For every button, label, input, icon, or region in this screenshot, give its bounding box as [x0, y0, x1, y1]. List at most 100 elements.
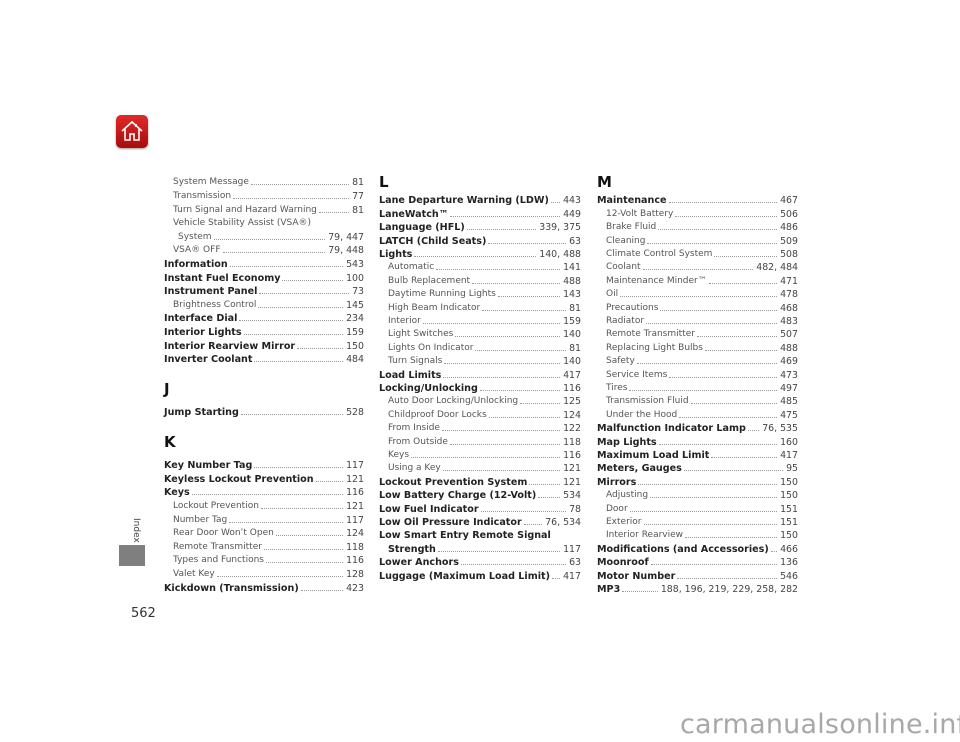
index-entry[interactable]: Under the Hood 475 — [597, 407, 798, 421]
page-reference-link[interactable]: 509 — [780, 236, 798, 247]
index-entry[interactable]: Information 543 — [164, 257, 364, 270]
page-reference-link[interactable]: 125 — [563, 396, 581, 407]
page-reference-link[interactable]: 443 — [563, 195, 581, 206]
index-entry[interactable]: Remote Transmitter 118 — [164, 539, 364, 553]
index-entry[interactable]: Rear Door Won’t Open 124 — [164, 526, 364, 539]
page-reference-link[interactable]: 63 — [569, 557, 581, 568]
page-reference-link[interactable]: 81 — [352, 177, 364, 188]
page-reference-link[interactable]: 121 — [563, 477, 581, 488]
page-reference-link[interactable]: 116 — [346, 555, 364, 566]
page-reference-link[interactable]: 234 — [346, 313, 364, 324]
page-reference-link[interactable]: 478 — [780, 289, 798, 300]
page-reference-link[interactable]: 534 — [563, 490, 581, 501]
page-reference-link[interactable]: 79, 448 — [328, 245, 364, 256]
page-reference-link[interactable]: 159 — [563, 316, 581, 327]
page-reference-link[interactable]: 117 — [346, 460, 364, 471]
index-entry[interactable]: Climate Control System 508 — [597, 247, 798, 260]
page-reference-link[interactable]: 118 — [563, 437, 581, 448]
page-reference-link[interactable]: 121 — [563, 463, 581, 474]
index-entry[interactable]: Lane Departure Warning (LDW) 443 — [379, 193, 581, 206]
page-reference-link[interactable]: 471 — [780, 276, 798, 287]
page-reference-link[interactable]: 485 — [780, 396, 798, 407]
page-reference-link[interactable]: 546 — [780, 571, 798, 582]
page-reference-link[interactable]: 140 — [563, 356, 581, 367]
index-entry[interactable]: Brightness Control 145 — [164, 297, 364, 311]
index-entry[interactable]: Keys 116 — [379, 448, 581, 461]
index-entry[interactable]: Map Lights 160 — [597, 434, 798, 448]
page-reference-link[interactable]: 497 — [780, 383, 798, 394]
index-entry[interactable]: MP3 188, 196, 219, 229, 258, 282 — [597, 582, 798, 595]
index-entry[interactable]: High Beam Indicator 81 — [379, 300, 581, 314]
index-entry[interactable]: Lights On Indicator 81 — [379, 340, 581, 354]
index-entry[interactable]: Lockout Prevention System 121 — [379, 474, 581, 488]
page-reference-link[interactable]: 118 — [346, 542, 364, 553]
page-reference-link[interactable]: 467 — [780, 195, 798, 206]
index-entry[interactable]: Lower Anchors 63 — [379, 555, 581, 568]
index-entry[interactable]: Precautions 468 — [597, 300, 798, 314]
index-entry[interactable]: Lights 140, 488 — [379, 247, 581, 260]
page-reference-link[interactable]: 488 — [780, 343, 798, 354]
page-reference-link[interactable]: 473 — [780, 370, 798, 381]
page-reference-link[interactable]: 117 — [563, 544, 581, 555]
index-entry[interactable]: Transmission 77 — [164, 189, 364, 202]
index-entry[interactable]: Turn Signal and Hazard Warning 81 — [164, 202, 364, 216]
page-reference-link[interactable]: 145 — [346, 300, 364, 311]
index-entry[interactable]: Cleaning 509 — [597, 233, 798, 247]
page-reference-link[interactable]: 449 — [563, 209, 581, 220]
page-reference-link[interactable]: 121 — [346, 501, 364, 512]
page-reference-link[interactable]: 484 — [346, 354, 364, 365]
index-entry[interactable]: Mirrors 150 — [597, 474, 798, 488]
index-entry[interactable]: Replacing Light Bulbs 488 — [597, 340, 798, 354]
index-entry[interactable]: From Outside 118 — [379, 434, 581, 448]
index-entry[interactable]: Number Tag 117 — [164, 512, 364, 526]
page-reference-link[interactable]: 77 — [352, 191, 364, 202]
page-reference-link[interactable]: 482, 484 — [756, 262, 798, 273]
index-entry[interactable]: Instant Fuel Economy 100 — [164, 270, 364, 284]
page-reference-link[interactable]: 483 — [780, 316, 798, 327]
page-reference-link[interactable]: 122 — [563, 423, 581, 434]
page-reference-link[interactable]: 417 — [563, 370, 581, 381]
page-reference-link[interactable]: 339, 375 — [539, 222, 581, 233]
index-entry[interactable]: Brake Fluid 486 — [597, 220, 798, 233]
page-reference-link[interactable]: 468 — [780, 303, 798, 314]
index-entry[interactable]: From Inside 122 — [379, 421, 581, 434]
index-entry[interactable]: Types and Functions 116 — [164, 553, 364, 566]
index-entry[interactable]: Meters, Gauges 95 — [597, 461, 798, 474]
index-side-tab[interactable] — [119, 545, 145, 566]
index-entry[interactable]: Interface Dial 234 — [164, 311, 364, 324]
index-entry[interactable]: Lockout Prevention 121 — [164, 499, 364, 512]
page-reference-link[interactable]: 417 — [563, 571, 581, 582]
page-reference-link[interactable]: 143 — [563, 289, 581, 300]
index-entry[interactable]: Strength 117 — [379, 541, 581, 555]
index-entry[interactable]: Key Number Tag 117 — [164, 458, 364, 471]
page-reference-link[interactable]: 159 — [346, 327, 364, 338]
page-reference-link[interactable]: 81 — [352, 205, 364, 216]
index-entry[interactable]: Daytime Running Lights 143 — [379, 287, 581, 300]
index-entry[interactable]: Auto Door Locking/Unlocking 125 — [379, 394, 581, 407]
index-entry[interactable]: System 79, 447 — [164, 229, 364, 243]
page-reference-link[interactable]: 150 — [780, 477, 798, 488]
page-reference-link[interactable]: 63 — [569, 236, 581, 247]
page-reference-link[interactable]: 116 — [346, 487, 364, 498]
page-reference-link[interactable]: 423 — [346, 583, 364, 594]
index-entry[interactable]: Oil 478 — [597, 287, 798, 300]
index-entry[interactable]: Light Switches 140 — [379, 327, 581, 340]
page-reference-link[interactable]: 141 — [563, 262, 581, 273]
index-entry[interactable]: LaneWatch™ 449 — [379, 206, 581, 220]
page-reference-link[interactable]: 116 — [563, 383, 581, 394]
page-reference-link[interactable]: 188, 196, 219, 229, 258, 282 — [661, 584, 798, 595]
page-reference-link[interactable]: 528 — [346, 407, 364, 418]
page-reference-link[interactable]: 81 — [569, 343, 581, 354]
index-entry[interactable]: Luggage (Maximum Load Limit) 417 — [379, 568, 581, 582]
page-reference-link[interactable]: 469 — [780, 356, 798, 367]
index-entry[interactable]: Interior Rearview Mirror 150 — [164, 338, 364, 352]
page-reference-link[interactable]: 488 — [563, 276, 581, 287]
index-entry[interactable]: Automatic 141 — [379, 260, 581, 273]
page-reference-link[interactable]: 486 — [780, 222, 798, 233]
page-reference-link[interactable]: 150 — [780, 530, 798, 541]
page-reference-link[interactable]: 136 — [780, 557, 798, 568]
index-entry[interactable]: Load Limits 417 — [379, 367, 581, 381]
index-entry[interactable]: Modifications (and Accessories) 466 — [597, 541, 798, 555]
index-entry[interactable]: Maintenance Minder™ 471 — [597, 273, 798, 287]
page-reference-link[interactable]: 95 — [786, 463, 798, 474]
